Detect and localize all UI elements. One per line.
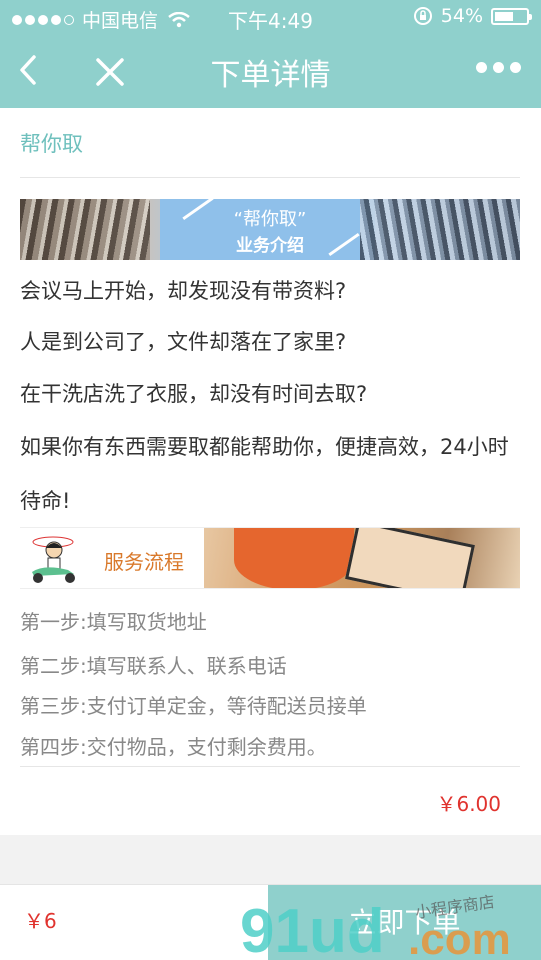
banner-subtitle: 业务介绍 xyxy=(236,236,304,256)
order-now-button[interactable]: 立即下单 xyxy=(268,885,541,960)
process-label: 服务流程 xyxy=(104,550,184,574)
total-price: ￥6 xyxy=(24,909,57,933)
step-item: 第一步:填写取货地址 xyxy=(20,610,207,634)
step-item: 第三步:支付订单定金，等待配送员接单 xyxy=(20,694,367,718)
process-banner: 服务流程 xyxy=(20,527,520,589)
intro-line: 在干洗店洗了衣服，却没有时间去取? xyxy=(20,382,368,406)
delivery-scooter-icon xyxy=(32,536,75,583)
intro-line: 如果你有东西需要取都能帮助你，便捷高效，24小时待命! xyxy=(20,435,509,513)
step-item: 第四步:交付物品，支付剩余费用。 xyxy=(20,735,327,759)
status-bar: 中国电信 下午4:49 54% xyxy=(0,0,541,34)
rotation-lock-icon xyxy=(413,7,432,25)
nav-bar: 下单详情 xyxy=(0,34,541,108)
battery-percent: 54% xyxy=(440,5,483,27)
divider xyxy=(20,177,520,178)
service-title: 帮你取 xyxy=(20,132,83,156)
service-price: ￥6.00 xyxy=(436,792,501,816)
intro-line: 人是到公司了，文件却落在了家里? xyxy=(20,330,347,354)
banner-title: “帮你取” xyxy=(233,209,307,230)
divider xyxy=(20,766,520,767)
step-item: 第二步:填写联系人、联系电话 xyxy=(20,654,287,678)
intro-banner: “帮你取” 业务介绍 xyxy=(20,199,520,260)
page-title: 下单详情 xyxy=(210,58,331,93)
intro-line: 会议马上开始，却发现没有带资料? xyxy=(20,279,347,303)
bottom-bar: ￥6 立即下单 xyxy=(0,884,541,960)
battery-icon xyxy=(491,7,532,25)
more-options-icon[interactable] xyxy=(476,62,521,73)
